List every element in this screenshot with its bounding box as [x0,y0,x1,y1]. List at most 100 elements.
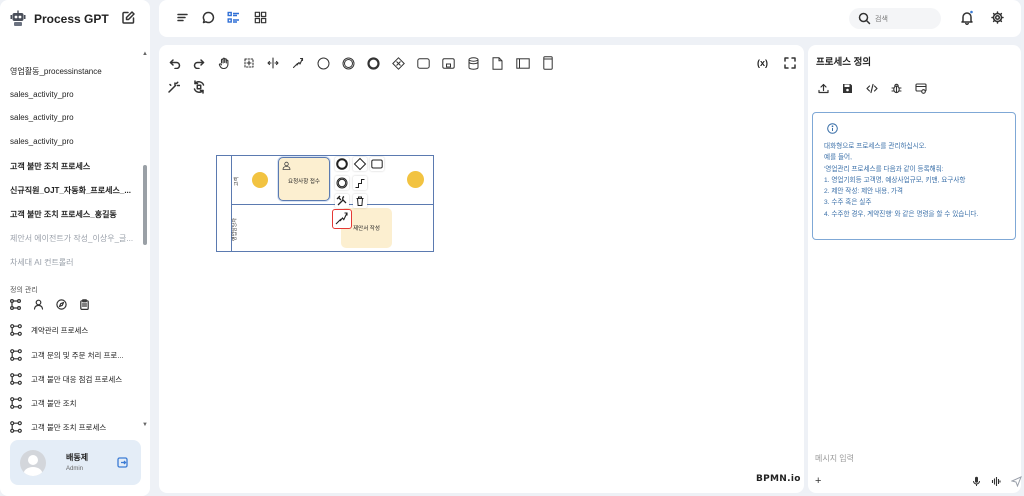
add-attachment-icon[interactable]: + [815,475,821,487]
sidebar-instance-item[interactable]: 고객 불만 조치 프로세스 [10,161,90,172]
bug-icon[interactable] [891,83,902,94]
fullscreen-icon[interactable] [784,57,796,69]
hand-tool-icon[interactable] [218,57,230,69]
lane-divider [232,204,433,205]
info-hint-box: 대화형으로 프로세스를 관리하십시오. 예를 들어, '영업관리 프로세스를 다음과… [812,112,1016,240]
process-flow-icon[interactable] [10,299,21,310]
process-label: 고객 불만 조치 [31,398,77,408]
search-box[interactable]: 검색 [849,8,941,29]
delete-trash-icon[interactable] [353,194,367,208]
sidebar-instance-item[interactable]: sales_activity_pro [10,90,74,99]
info-line: 2. 제안 작성: 제안 내용, 가격 [824,188,903,196]
sidebar-process-item[interactable]: 고객 문의 및 주문 처리 프로... [10,349,124,361]
redo-icon[interactable] [193,57,205,69]
append-gateway-icon[interactable] [353,157,367,171]
info-line: 4. 수주한 경우, 계약진행' 와 같은 명령을 할 수 있습니다. [824,210,979,218]
voice-wave-icon[interactable] [991,476,1001,487]
sidebar-process-item[interactable]: 고객 불만 조치 프로세스 [10,421,106,433]
global-connect-tool-icon[interactable] [292,57,304,69]
task-request-intake[interactable]: 요청사항 접수 [278,157,330,201]
data-store-icon[interactable] [468,57,479,70]
lane-label-sales[interactable]: 영업담당자 [231,218,238,241]
info-line: 3. 수주 혹은 실주 [824,199,872,207]
upload-icon[interactable] [818,83,829,94]
info-line: 예를 들어, [824,154,852,162]
notification-bell-icon[interactable] [960,10,974,25]
compass-icon[interactable] [56,299,67,310]
logout-icon[interactable] [117,457,128,468]
settings-gear-icon[interactable] [991,11,1004,24]
sidebar-instance-item[interactable]: 제안서 에이전트가 작성_이상우_글... [10,233,133,244]
sidebar-instance-item[interactable]: sales_activity_pro [10,137,74,146]
brand[interactable]: Process GPT [10,10,109,27]
search-input[interactable]: 검색 [875,14,888,24]
start-event-icon[interactable] [317,57,330,70]
clipboard-icon[interactable] [79,299,90,310]
code-icon[interactable] [866,83,878,94]
end-event[interactable] [407,171,424,188]
user-card[interactable]: 배동제 Admin [10,440,141,485]
sidebar-instance-item[interactable]: 고객 불만 조치 프로세스_홍길동 [10,209,117,220]
lasso-tool-icon[interactable] [243,57,255,69]
append-task-icon[interactable] [370,157,384,171]
process-flow-icon [10,324,22,336]
new-chat-edit-icon[interactable] [122,11,135,24]
append-end-event-icon[interactable] [335,157,349,171]
subprocess-icon[interactable] [442,58,455,69]
grid-icon[interactable] [254,11,267,24]
person-icon[interactable] [33,299,44,310]
user-task-icon [282,161,291,170]
sidebar-instance-item[interactable]: 차세대 AI 컨트롤러 [10,257,74,268]
sidebar-instance-item[interactable]: 신규직원_OJT_자동화_프로세스_... [10,185,131,196]
space-tool-icon[interactable] [267,57,279,69]
sidebar-process-item[interactable]: 계약관리 프로세스 [10,324,88,336]
ai-settings-icon[interactable] [915,83,927,94]
gateway-icon[interactable] [392,57,405,70]
info-icon [827,123,838,134]
data-object-icon[interactable] [492,57,503,70]
chat-bubble-icon[interactable] [202,11,215,24]
group-icon[interactable] [543,56,553,70]
start-event[interactable] [252,172,268,188]
end-event-icon[interactable] [367,57,380,70]
definition-icon-row [10,299,90,310]
user-role: Admin [66,466,84,472]
search-icon [858,12,871,25]
lane-label-customer[interactable]: 고객 [233,177,240,186]
menu-icon[interactable] [176,11,189,24]
process-label: 고객 불만 조치 프로세스 [31,422,107,432]
sidebar-instance-item[interactable]: sales_activity_pro [10,113,74,122]
avatar [20,450,46,476]
info-text: 대화형으로 프로세스를 관리하십시오. 예를 들어, '영업관리 프로세스를 다음과… [824,141,978,220]
send-icon[interactable] [1011,476,1022,487]
append-intermediate-event-icon[interactable] [335,176,349,190]
list-icon[interactable] [227,11,240,24]
sync-icon[interactable] [192,80,206,94]
process-flow-icon [10,397,22,409]
pool-header[interactable] [217,156,232,251]
info-line: '영업관리 프로세스를 다음과 같이 등록해줘: [824,165,944,173]
sidebar-process-item[interactable]: 고객 불만 대응 점검 프로세스 [10,373,122,385]
variables-button[interactable]: (x) [757,58,768,68]
message-input[interactable]: 메시지 입력 [815,453,854,464]
save-icon[interactable] [842,83,853,94]
task-icon[interactable] [417,58,430,69]
magic-wand-icon[interactable] [167,81,180,94]
connect-tool-selected-icon[interactable] [332,209,352,229]
undo-icon[interactable] [169,57,181,69]
scroll-up-icon[interactable]: ▲ [142,51,148,57]
sidebar-instance-item[interactable]: 영업활동_processinstance [10,66,102,77]
process-definition-panel: 프로세스 정의 대화형으로 프로세스를 관리하십시오. 예를 들어, '영업관리 프… [808,45,1022,493]
microphone-icon[interactable] [972,476,981,487]
bpmn-canvas[interactable]: (x) 고객 영업담당자 요청사항 접수 제안서 작성 BPMN.io [159,45,804,493]
intermediate-event-icon[interactable] [342,57,355,70]
sidebar-process-item[interactable]: 고객 불만 조치 [10,397,77,409]
sidebar-scrollbar[interactable] [143,165,147,245]
pool-icon[interactable] [516,58,530,69]
connect-icon[interactable] [353,176,367,190]
task-label: 요청사항 접수 [288,179,320,185]
bpmn-io-watermark[interactable]: BPMN.io [756,474,801,484]
info-line: 대화형으로 프로세스를 관리하십시오. [824,143,927,150]
change-type-wrench-icon[interactable] [335,194,349,208]
scroll-down-icon[interactable]: ▼ [142,422,148,428]
